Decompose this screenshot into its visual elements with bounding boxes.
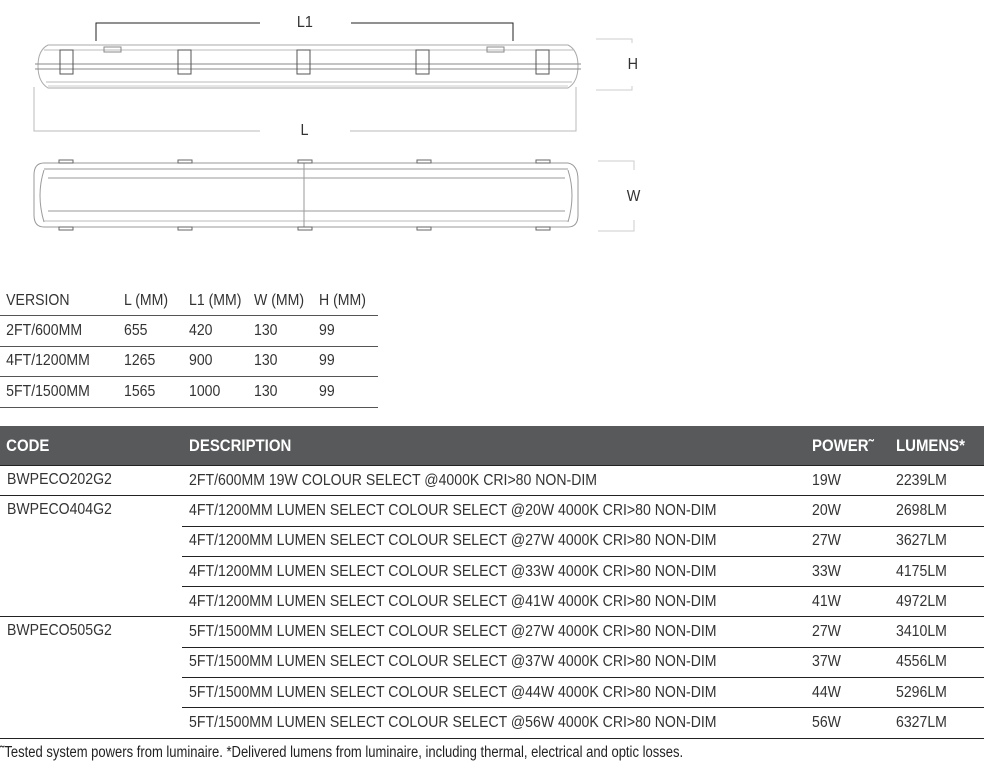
cell-l1: 420 bbox=[189, 321, 213, 339]
cell-lumens: 4175LM bbox=[896, 562, 947, 580]
cell-l1: 1000 bbox=[189, 382, 221, 400]
cell-l: 1565 bbox=[124, 382, 156, 400]
product-group: BWPECO505G2 5FT/1500MM LUMEN SELECT COLO… bbox=[0, 617, 984, 739]
product-code: BWPECO404G2 bbox=[0, 496, 182, 616]
clip-icons bbox=[59, 49, 550, 75]
cell-lumens: 6327LM bbox=[896, 714, 947, 732]
h-dimension-line bbox=[596, 38, 633, 43]
table-row: 4FT/1200MM 1265 900 130 99 bbox=[0, 347, 378, 377]
l-label: L bbox=[300, 122, 309, 139]
cell-h: 99 bbox=[319, 382, 335, 400]
table-row: 4FT/1200MM LUMEN SELECT COLOUR SELECT @2… bbox=[182, 496, 984, 527]
cell-power: 37W bbox=[812, 653, 841, 671]
cell-l: 655 bbox=[124, 321, 148, 339]
cell-description: 4FT/1200MM LUMEN SELECT COLOUR SELECT @4… bbox=[189, 592, 717, 610]
l-dimension-line bbox=[33, 87, 260, 132]
cell-version: 2FT/600MM bbox=[6, 321, 83, 339]
header-h: H (MM) bbox=[319, 291, 366, 309]
cell-lumens: 2698LM bbox=[896, 501, 947, 519]
cell-description: 5FT/1500MM LUMEN SELECT COLOUR SELECT @4… bbox=[189, 683, 717, 701]
w-dimension-line bbox=[598, 160, 635, 170]
product-table: CODE DESCRIPTION POWER˜ LUMENS* BWPECO20… bbox=[0, 426, 984, 739]
cell-w: 130 bbox=[254, 321, 278, 339]
cell-version: 5FT/1500MM bbox=[6, 382, 90, 400]
cell-description: 4FT/1200MM LUMEN SELECT COLOUR SELECT @2… bbox=[189, 532, 717, 550]
cell-lumens: 5296LM bbox=[896, 683, 947, 701]
h-label: H bbox=[627, 56, 638, 73]
header-lumens: LUMENS* bbox=[896, 435, 965, 455]
cell-description: 5FT/1500MM LUMEN SELECT COLOUR SELECT @5… bbox=[189, 714, 717, 732]
product-code-text: BWPECO404G2 bbox=[7, 501, 112, 519]
cell-l1: 900 bbox=[189, 352, 213, 370]
cell-lumens: 4972LM bbox=[896, 592, 947, 610]
cell-h: 99 bbox=[319, 352, 335, 370]
dimensions-table-header: VERSION L (MM) L1 (MM) W (MM) H (MM) bbox=[0, 286, 378, 316]
l1-dimension-line bbox=[95, 22, 260, 41]
l-dimension-line-right bbox=[350, 87, 577, 132]
cell-power: 19W bbox=[812, 471, 841, 489]
table-row: 4FT/1200MM LUMEN SELECT COLOUR SELECT @4… bbox=[182, 587, 984, 616]
cell-lumens: 3410LM bbox=[896, 623, 947, 641]
product-code-text: BWPECO505G2 bbox=[7, 622, 112, 640]
header-power: POWER˜ bbox=[812, 435, 874, 455]
cell-description: 2FT/600MM 19W COLOUR SELECT @4000K CRI>8… bbox=[189, 471, 598, 489]
footnote: ˜Tested system powers from luminaire. *D… bbox=[0, 744, 684, 761]
header-w: W (MM) bbox=[254, 291, 305, 309]
cell-description: 5FT/1500MM LUMEN SELECT COLOUR SELECT @2… bbox=[189, 623, 717, 641]
cell-power: 27W bbox=[812, 623, 841, 641]
product-code-text: BWPECO202G2 bbox=[7, 471, 112, 488]
table-row: 5FT/1500MM 1565 1000 130 99 bbox=[0, 377, 378, 408]
cell-lumens: 4556LM bbox=[896, 653, 947, 671]
cell-w: 130 bbox=[254, 382, 278, 400]
cell-power: 27W bbox=[812, 532, 841, 550]
dimensions-table: VERSION L (MM) L1 (MM) W (MM) H (MM) 2FT… bbox=[0, 286, 378, 408]
cell-power: 20W bbox=[812, 501, 841, 519]
l1-label: L1 bbox=[296, 14, 313, 31]
cell-lumens: 2239LM bbox=[896, 471, 947, 489]
cell-power: 56W bbox=[812, 714, 841, 732]
product-group: BWPECO404G2 4FT/1200MM LUMEN SELECT COLO… bbox=[0, 496, 984, 618]
cell-version: 4FT/1200MM bbox=[6, 352, 90, 370]
header-version: VERSION bbox=[6, 291, 70, 309]
product-code: BWPECO505G2 bbox=[0, 617, 182, 737]
table-row: 4FT/1200MM LUMEN SELECT COLOUR SELECT @2… bbox=[182, 527, 984, 557]
cell-lumens: 3627LM bbox=[896, 532, 947, 550]
top-view bbox=[33, 159, 635, 232]
product-table-header: CODE DESCRIPTION POWER˜ LUMENS* bbox=[0, 426, 984, 466]
table-row: 5FT/1500MM LUMEN SELECT COLOUR SELECT @4… bbox=[182, 678, 984, 709]
cell-power: 41W bbox=[812, 592, 841, 610]
cell-description: 4FT/1200MM LUMEN SELECT COLOUR SELECT @2… bbox=[189, 501, 717, 519]
cell-l: 1265 bbox=[124, 352, 156, 370]
cell-power: 44W bbox=[812, 683, 841, 701]
header-description: DESCRIPTION bbox=[189, 435, 292, 455]
table-row: 5FT/1500MM LUMEN SELECT COLOUR SELECT @3… bbox=[182, 648, 984, 679]
cell-description: 4FT/1200MM LUMEN SELECT COLOUR SELECT @3… bbox=[189, 562, 717, 580]
cell-description: 5FT/1500MM LUMEN SELECT COLOUR SELECT @3… bbox=[189, 653, 717, 671]
cell-power: 33W bbox=[812, 562, 841, 580]
table-row: 5FT/1500MM LUMEN SELECT COLOUR SELECT @5… bbox=[182, 708, 984, 737]
table-row: 4FT/1200MM LUMEN SELECT COLOUR SELECT @3… bbox=[182, 557, 984, 588]
product-code: BWPECO202G2 bbox=[0, 466, 182, 495]
header-l1: L1 (MM) bbox=[189, 291, 242, 309]
cell-h: 99 bbox=[319, 321, 335, 339]
cell-w: 130 bbox=[254, 352, 278, 370]
header-l: L (MM) bbox=[124, 291, 169, 309]
header-code: CODE bbox=[6, 435, 50, 455]
product-group: BWPECO202G2 2FT/600MM 19W COLOUR SELECT … bbox=[0, 466, 984, 497]
w-label: W bbox=[626, 188, 641, 205]
table-row: 2FT/600MM 19W COLOUR SELECT @4000K CRI>8… bbox=[182, 466, 984, 495]
side-view bbox=[33, 22, 633, 132]
table-row: 5FT/1500MM LUMEN SELECT COLOUR SELECT @2… bbox=[182, 617, 984, 648]
luminaire-drawing bbox=[33, 22, 635, 232]
table-row: 2FT/600MM 655 420 130 99 bbox=[0, 316, 378, 347]
l1-dimension-line-right bbox=[351, 22, 514, 41]
